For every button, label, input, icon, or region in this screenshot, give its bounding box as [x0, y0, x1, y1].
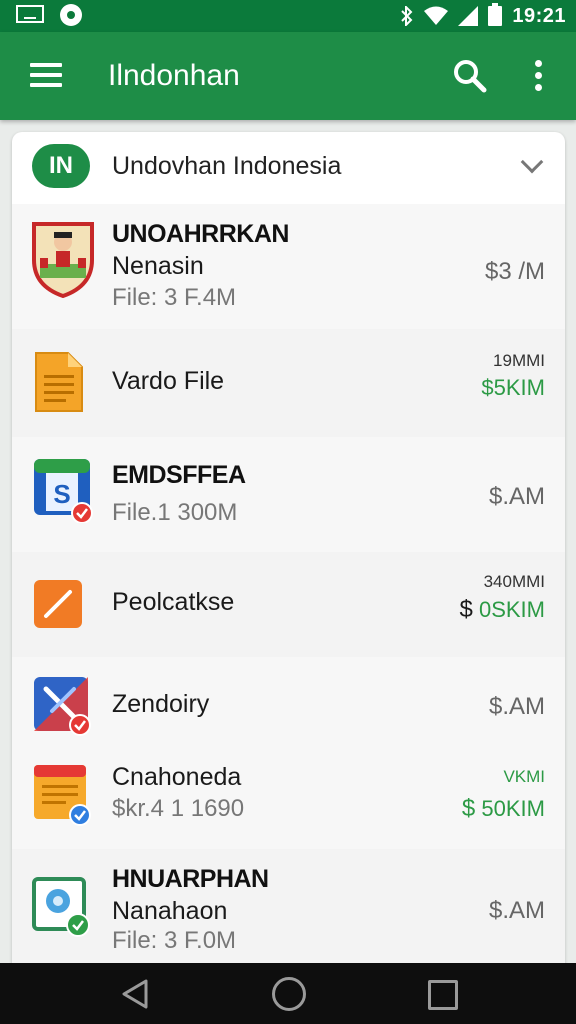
screenshot-notification-icon: [16, 5, 44, 23]
item-name: Cnahoneda: [112, 763, 242, 791]
item-name: Nanahaon: [112, 897, 228, 925]
currency-symbol: $: [459, 596, 473, 623]
search-icon[interactable]: [452, 58, 488, 94]
item-name: Nenasin: [112, 252, 204, 280]
list-item[interactable]: Zendoiry $.AM: [12, 657, 565, 753]
item-price-value: 0SKIM: [478, 597, 545, 622]
item-price: $ 0SKIM: [459, 596, 545, 624]
status-bar: 19:21: [0, 0, 576, 32]
item-name: Peolcatkse: [112, 588, 235, 616]
calendar-icon: [32, 761, 94, 826]
card-header[interactable]: IN Undovhan Indonesia: [12, 132, 565, 205]
signal-icon: [458, 6, 479, 26]
item-size: VKMI: [503, 767, 545, 786]
item-price: $.AM: [488, 897, 545, 924]
pencil-icon: [32, 578, 94, 640]
item-file-size: $kr.4 1 1690: [112, 795, 245, 822]
item-price: $3 /M: [484, 258, 545, 285]
list-item[interactable]: UNOAHRRKAN Nenasin File: 3 F.4M $3 /M: [12, 204, 565, 330]
menu-icon[interactable]: [30, 63, 62, 87]
item-price: $ 50KIM: [462, 795, 545, 823]
item-file-size: File: 3 F.0M: [112, 927, 237, 954]
item-title: UNOAHRRKAN: [112, 220, 289, 248]
item-title: HNUARPHAN: [112, 865, 269, 893]
list-item[interactable]: Vardo File 19MMI $5KIM: [12, 329, 565, 438]
list-item[interactable]: Peolcatkse 340MMI $ 0SKIM: [12, 552, 565, 658]
item-name: Zendoiry: [112, 690, 210, 718]
item-size: 340MMI: [483, 572, 545, 591]
list-item[interactable]: HNUARPHAN Nanahaon File: 3 F.0M $.AM: [12, 849, 565, 972]
svg-text:S: S: [53, 479, 70, 509]
list-item[interactable]: Cnahoneda $kr.4 1 1690 VKMI $ 50KIM: [12, 753, 565, 849]
country-badge: IN: [32, 144, 90, 188]
spreadsheet-icon: S: [32, 457, 94, 524]
document-icon: [32, 351, 94, 413]
app-bar: Ilndonhan: [0, 32, 576, 120]
item-price: $5KIM: [481, 375, 545, 400]
item-price: $.AM: [488, 693, 545, 720]
item-size: 19MMI: [493, 351, 545, 370]
item-price-value: 50KIM: [481, 796, 545, 821]
chevron-down-icon[interactable]: [520, 150, 544, 174]
clock: 19:21: [512, 4, 566, 27]
sync-notification-icon: [60, 4, 82, 26]
item-title: EMDSFFEA: [112, 461, 246, 489]
back-icon[interactable]: [120, 979, 150, 1014]
item-file-size: File.1 300M: [112, 499, 238, 526]
battery-icon: [488, 3, 503, 26]
item-file-size: File: 3 F.4M: [112, 284, 237, 311]
currency-symbol: $: [461, 795, 476, 822]
wifi-icon: [424, 6, 449, 26]
crest-icon: [32, 220, 94, 299]
home-icon[interactable]: [272, 977, 306, 1011]
more-options-icon[interactable]: [530, 60, 546, 94]
item-name: Vardo File: [112, 367, 225, 395]
app-title: Ilndonhan: [108, 59, 240, 92]
system-navigation-bar: [0, 963, 576, 1024]
bluetooth-icon: [400, 6, 414, 26]
list-item-group: Zendoiry $.AM Cnahoneda $kr.4 1 1690 VKM…: [12, 657, 565, 850]
card-title: Undovhan Indonesia: [112, 152, 342, 180]
tools-icon: [32, 675, 94, 737]
recent-apps-icon[interactable]: [428, 980, 458, 1010]
list-item[interactable]: S EMDSFFEA File.1 300M $.AM: [12, 437, 565, 553]
file-list-card: IN Undovhan Indonesia UNOAHRRKAN Nenasin…: [12, 132, 565, 972]
photo-icon: [32, 873, 94, 937]
item-price: $.AM: [488, 483, 545, 510]
